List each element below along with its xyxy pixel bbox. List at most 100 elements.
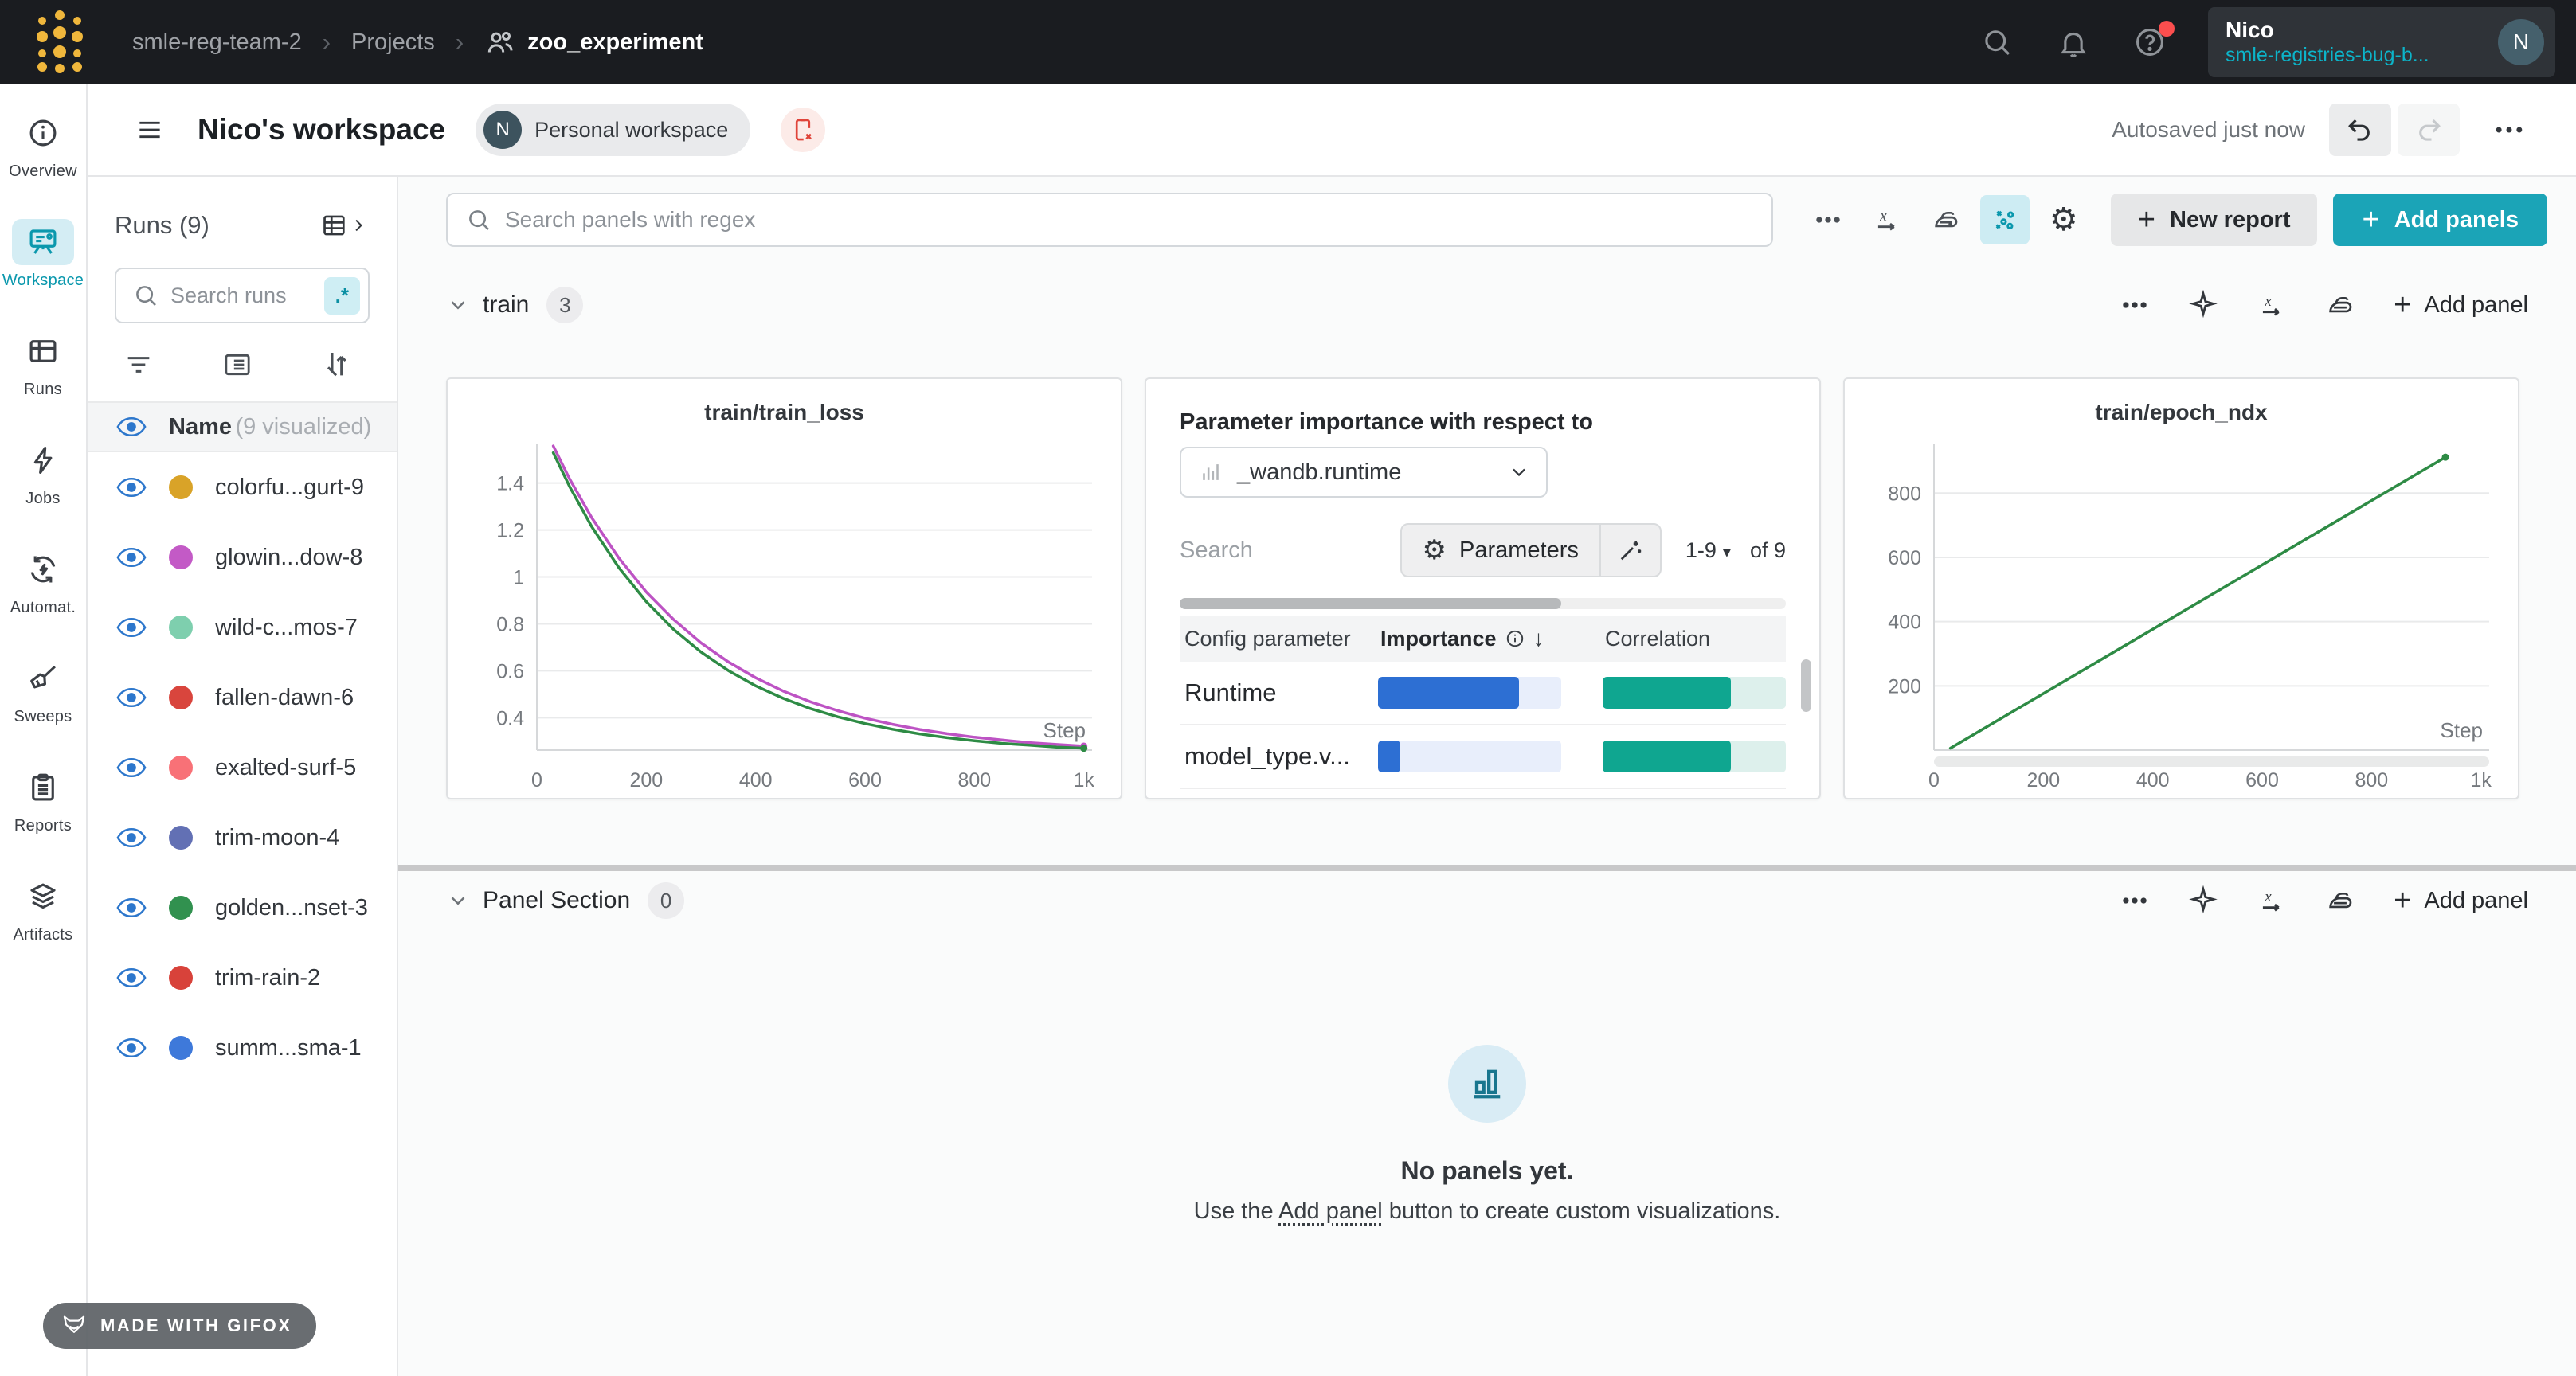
pin-icon[interactable] [2188,885,2218,916]
redo-button[interactable] [2398,104,2460,156]
iron-icon[interactable] [2325,290,2355,320]
workspace-menu-button[interactable] [2487,112,2531,147]
workspace-type-pill[interactable]: N Personal workspace [476,104,750,156]
rail-item-jobs[interactable]: Jobs [12,437,74,508]
panel-train-loss[interactable]: train/train_loss 0.40.60.811.21.40200400… [446,377,1122,799]
runs-list-header[interactable]: Name (9 visualized) [88,401,397,452]
run-visibility-eye-icon[interactable] [116,617,147,638]
run-visibility-eye-icon[interactable] [116,547,147,568]
smoothing-button[interactable] [1921,195,1971,244]
column-config-parameter[interactable]: Config parameter [1180,627,1380,651]
iron-icon [1931,205,1961,235]
parameters-manage-button[interactable]: ⚙ Parameters [1402,525,1599,576]
eye-icon[interactable] [116,416,147,437]
importance-bar-fill [1378,677,1519,709]
breadcrumb-projects[interactable]: Projects [351,29,435,56]
section-title[interactable]: Panel Section [483,887,630,914]
help-button[interactable] [2132,24,2168,61]
run-visibility-eye-icon[interactable] [116,897,147,918]
param-vertical-scrollbar-thumb[interactable] [1801,659,1811,712]
x-axis-icon[interactable]: x [2257,290,2287,320]
rail-item-workspace[interactable]: Workspace [2,219,84,290]
column-correlation[interactable]: Correlation [1605,627,1710,651]
wandb-logo[interactable] [33,8,86,77]
rail-item-artifacts[interactable]: Artifacts [12,874,74,944]
breadcrumb-project[interactable]: zoo_experiment [484,26,703,58]
run-row[interactable]: summ...sma-1 [88,1013,397,1083]
profile-chip[interactable]: Nico smle-registries-bug-b... N [2208,7,2555,77]
section-add-panel-button[interactable]: + Add panel [2394,290,2528,320]
rail-item-automat[interactable]: Automat. [10,546,76,617]
breadcrumb-team[interactable]: smle-reg-team-2 [132,29,302,56]
param-table-row[interactable]: Runtime [1180,662,1786,725]
scrollbar-thumb[interactable] [1180,598,1561,609]
iron-icon[interactable] [2325,885,2355,916]
param-name: model_type.v... [1180,742,1378,771]
section-add-panel-button[interactable]: + Add panel [2394,885,2528,916]
run-row[interactable]: wild-c...mos-7 [88,592,397,663]
run-color-dot [169,826,193,850]
target-metric-select[interactable]: _wandb.runtime [1180,447,1548,498]
search-panels-input[interactable]: Search panels with regex [446,193,1773,247]
breadcrumb-separator: › [323,28,331,57]
outliers-toggle-button[interactable] [1980,195,2030,244]
rail-item-sweeps[interactable]: Sweeps [12,655,74,726]
panel-epoch-ndx[interactable]: train/epoch_ndx 200400600800020040060080… [1843,377,2519,799]
run-row[interactable]: trim-rain-2 [88,943,397,1013]
run-row[interactable]: trim-moon-4 [88,803,397,873]
run-row[interactable]: fallen-dawn-6 [88,663,397,733]
section-toolbar: x + Add panel [2120,885,2528,916]
importance-bar [1378,677,1561,709]
table-icon [320,210,350,240]
pin-icon[interactable] [2188,290,2218,320]
rail-item-icon [12,655,74,702]
workspace-icon [26,225,60,259]
chevron-down-icon[interactable] [446,889,470,913]
kebab-icon[interactable] [2120,885,2150,916]
group-icon[interactable] [221,349,253,381]
rail-item-icon [12,110,74,156]
rail-item-reports[interactable]: Reports [12,764,74,835]
panel-parameter-importance[interactable]: Parameter importance with respect to _wa… [1145,377,1821,799]
chevron-down-icon[interactable] [446,293,470,317]
run-visibility-eye-icon[interactable] [116,757,147,778]
column-importance[interactable]: Importance ↓ [1380,626,1605,651]
new-report-label: New report [2170,207,2290,233]
rail-item-runs[interactable]: Runs [12,328,74,399]
x-axis-icon[interactable]: x [2257,885,2287,916]
run-row[interactable]: golden...nset-3 [88,873,397,943]
add-panels-button[interactable]: + Add panels [2333,194,2547,246]
param-table-row[interactable]: model_type.v... [1180,725,1786,789]
pagination[interactable]: 1-9 ▾ of 9 [1685,538,1786,563]
run-row[interactable]: colorfu...gurt-9 [88,452,397,522]
global-search-button[interactable] [1979,24,2015,61]
run-visibility-eye-icon[interactable] [116,477,147,498]
sections-horizontal-scrollbar[interactable] [398,865,2576,871]
kebab-icon[interactable] [2120,290,2150,320]
collapse-sidebar-button[interactable] [132,112,167,147]
section-title[interactable]: train [483,291,529,319]
run-visibility-eye-icon[interactable] [116,968,147,988]
filter-icon[interactable] [123,349,155,381]
param-search-placeholder[interactable]: Search [1180,538,1253,564]
search-runs-input[interactable]: Search runs .* [115,268,370,323]
add-panel-link[interactable]: Add panel [1278,1198,1383,1224]
discard-draft-button[interactable] [781,108,825,152]
rail-item-label: Jobs [25,490,60,508]
rail-item-overview[interactable]: Overview [9,110,77,181]
run-row[interactable]: glowin...dow-8 [88,522,397,592]
expand-runs-table-button[interactable] [320,210,370,240]
regex-toggle-button[interactable]: .* [324,277,360,315]
undo-button[interactable] [2329,104,2391,156]
magic-wand-button[interactable] [1599,525,1660,576]
run-visibility-eye-icon[interactable] [116,687,147,708]
run-row[interactable]: exalted-surf-5 [88,733,397,803]
notifications-button[interactable] [2055,24,2092,61]
run-visibility-eye-icon[interactable] [116,1038,147,1058]
new-report-button[interactable]: + New report [2111,194,2318,246]
run-visibility-eye-icon[interactable] [116,827,147,848]
x-axis-settings-button[interactable]: x [1862,195,1912,244]
panels-menu-button[interactable] [1803,195,1853,244]
workspace-settings-button[interactable]: ⚙ [2039,195,2089,244]
sort-icon[interactable] [320,349,352,381]
